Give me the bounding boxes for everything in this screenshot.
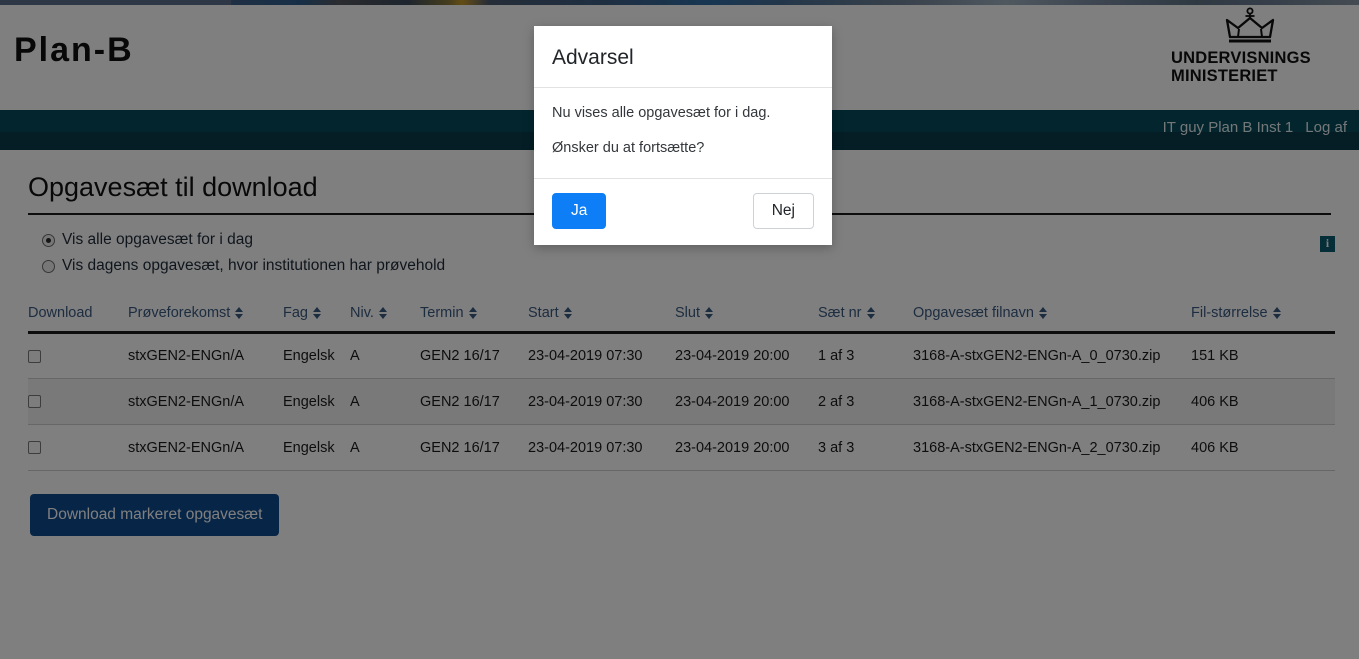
- modal-header: Advarsel: [534, 26, 832, 88]
- modal-footer: Ja Nej: [534, 179, 832, 245]
- warning-modal: Advarsel Nu vises alle opgavesæt for i d…: [534, 26, 832, 245]
- modal-body: Nu vises alle opgavesæt for i dag. Ønske…: [534, 88, 832, 179]
- modal-title: Advarsel: [552, 46, 634, 69]
- modal-message-line-2: Ønsker du at fortsætte?: [552, 139, 705, 156]
- modal-overlay[interactable]: Advarsel Nu vises alle opgavesæt for i d…: [0, 0, 1359, 659]
- modal-message-line-1: Nu vises alle opgavesæt for i dag.: [552, 105, 771, 121]
- modal-confirm-button[interactable]: Ja: [552, 192, 607, 229]
- modal-cancel-button[interactable]: Nej: [752, 192, 814, 229]
